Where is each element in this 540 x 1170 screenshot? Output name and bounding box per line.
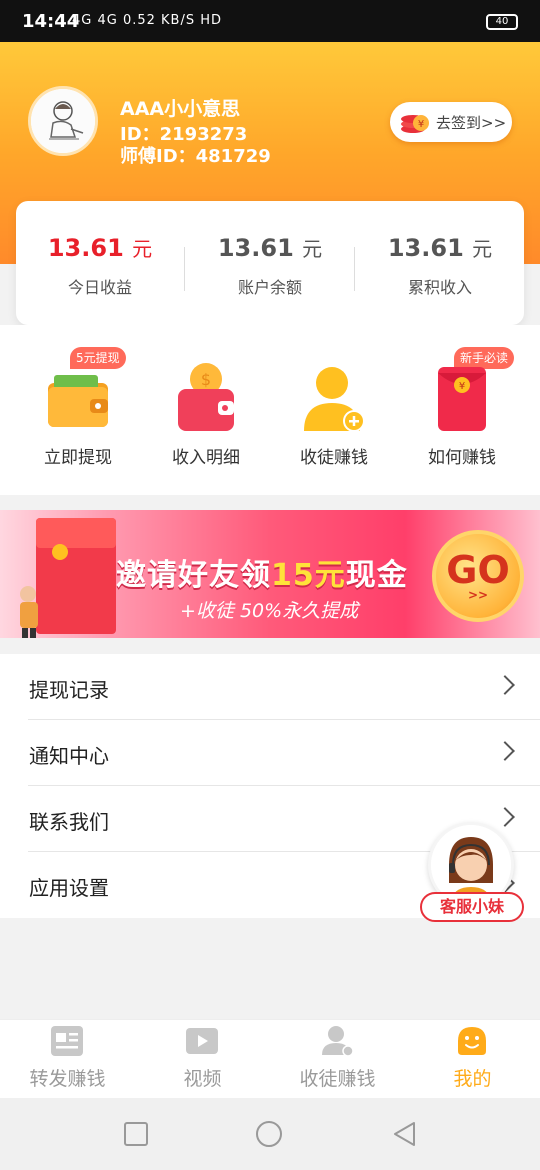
bottom-tab-bar: 转发赚钱 视频 收徒赚钱 我的	[0, 1019, 540, 1098]
status-bar: 14:44 4G 4G 0.52 KB/S HD 40	[0, 0, 540, 42]
shortcut-withdraw[interactable]: 5元提现 立即提现	[14, 325, 142, 495]
coin-wallet-icon: $	[178, 363, 234, 431]
user-name: AAA小小意思	[120, 98, 241, 120]
tab-video[interactable]: 视频	[135, 1020, 270, 1099]
stat-today-earnings[interactable]: 13.61 元 今日收益	[16, 201, 184, 325]
coins-icon: ¥	[401, 115, 429, 133]
stat-account-balance[interactable]: 13.61 元 账户余额	[186, 201, 354, 325]
avatar-illustration-icon	[31, 89, 95, 153]
stat-label: 账户余额	[237, 278, 302, 297]
shortcut-income-details[interactable]: $ 收入明细	[142, 325, 270, 495]
shortcut-label: 如何赚钱	[428, 448, 496, 468]
recents-icon[interactable]	[122, 1120, 150, 1148]
banner-subtitle: +收徒 50%永久提成	[180, 600, 359, 622]
go-button[interactable]: GO >>	[432, 530, 524, 622]
stat-value: 13.61 元	[217, 234, 323, 262]
tab-label: 转发赚钱	[29, 1068, 106, 1090]
back-icon[interactable]	[390, 1120, 418, 1148]
wallet-icon	[48, 375, 108, 427]
shortcut-recruit[interactable]: 收徒赚钱	[270, 325, 398, 495]
shortcut-label: 收徒赚钱	[300, 448, 368, 468]
stats-card: 13.61 元 今日收益 13.61 元 账户余额 13.61 元 累积收入	[16, 201, 524, 325]
checkin-button[interactable]: ¥ 去签到>>	[390, 102, 512, 142]
customer-service-button[interactable]: 客服小妹	[420, 822, 524, 926]
shortcut-grid: 5元提现 立即提现 $ 收入明细 收徒赚钱 新手必读 ¥ 如何赚钱	[0, 325, 540, 495]
chevron-right-icon	[495, 675, 515, 695]
shortcut-how-to-earn[interactable]: 新手必读 ¥ 如何赚钱	[398, 325, 526, 495]
red-envelope-icon: ¥	[438, 367, 486, 431]
user-icon	[322, 1026, 354, 1057]
tab-share-earn[interactable]: 转发赚钱	[0, 1020, 135, 1099]
avatar[interactable]	[28, 86, 98, 156]
svg-text:¥: ¥	[459, 381, 465, 392]
menu-item-notification-center[interactable]: 通知中心	[0, 720, 540, 786]
menu-label: 提现记录	[29, 678, 109, 702]
home-icon[interactable]	[255, 1120, 283, 1148]
divider	[184, 247, 185, 291]
stat-label: 累积收入	[407, 278, 472, 297]
divider	[354, 247, 355, 291]
menu-item-withdraw-records[interactable]: 提现记录	[0, 654, 540, 720]
system-nav-bar	[0, 1098, 540, 1170]
tab-recruit-earn[interactable]: 收徒赚钱	[270, 1020, 405, 1099]
svg-text:$: $	[201, 370, 211, 389]
shortcut-label: 立即提现	[44, 448, 112, 468]
customer-service-label: 客服小妹	[420, 892, 524, 922]
checkin-label: 去签到>>	[436, 113, 507, 132]
tab-label: 我的	[453, 1068, 492, 1090]
network-indicator: 4G 4G 0.52 KB/S HD	[72, 13, 223, 28]
menu-label: 通知中心	[29, 744, 109, 768]
battery-icon: 40	[486, 14, 518, 30]
stat-label: 今日收益	[67, 278, 132, 297]
master-id: 师傅ID：481729	[120, 146, 271, 167]
stat-total-income[interactable]: 13.61 元 累积收入	[356, 201, 524, 325]
add-user-icon	[304, 367, 365, 432]
tab-mine[interactable]: 我的	[405, 1020, 540, 1099]
stat-value: 13.61 元	[387, 234, 493, 262]
menu-label: 应用设置	[29, 876, 109, 900]
chevron-right-icon	[495, 741, 515, 761]
smiley-icon	[458, 1027, 486, 1055]
go-label: GO	[446, 548, 510, 592]
shortcut-label: 收入明细	[172, 448, 240, 468]
stat-value: 13.61 元	[47, 234, 153, 262]
banner-title: 邀请好友领15元现金	[116, 558, 408, 593]
article-icon	[51, 1026, 83, 1056]
video-icon	[186, 1028, 218, 1054]
gift-envelope-illustration	[20, 518, 116, 638]
status-time: 14:44	[22, 11, 80, 32]
menu-label: 联系我们	[29, 810, 109, 834]
svg-text:¥: ¥	[418, 119, 424, 130]
invite-banner[interactable]: 邀请好友领15元现金 +收徒 50%永久提成 GO >>	[0, 510, 540, 638]
tab-label: 视频	[183, 1068, 222, 1090]
tab-label: 收徒赚钱	[299, 1068, 376, 1090]
